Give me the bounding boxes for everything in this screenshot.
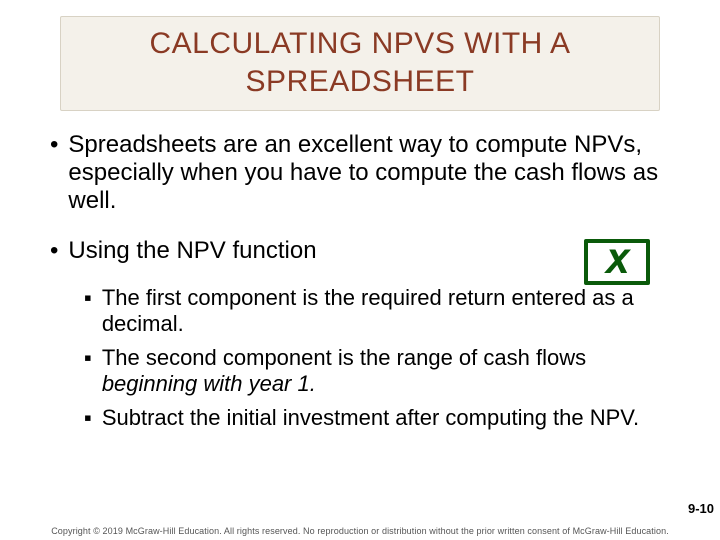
sub-list: ▪ The first component is the required re…: [50, 285, 670, 431]
page-number: 9-10: [688, 501, 714, 516]
slide: CALCULATING NPVS WITH A SPREADSHEET • Sp…: [0, 0, 720, 540]
copyright-text: Copyright © 2019 McGraw-Hill Education. …: [0, 526, 720, 536]
icon-container: [584, 237, 670, 285]
bullet-text: The second component is the range of cas…: [102, 345, 670, 397]
bullet-text: The first component is the required retu…: [102, 285, 670, 337]
list-item: ▪ The first component is the required re…: [84, 285, 670, 337]
list-item: • Using the NPV function: [50, 237, 566, 265]
list-item: ▪ The second component is the range of c…: [84, 345, 670, 397]
bullet-marker: •: [50, 131, 58, 215]
bullet-text: Spreadsheets are an excellent way to com…: [68, 131, 670, 215]
title-container: CALCULATING NPVS WITH A SPREADSHEET: [60, 16, 660, 111]
square-bullet-icon: ▪: [84, 405, 92, 431]
list-item-row: • Using the NPV function: [50, 237, 670, 285]
bullet-text: Using the NPV function: [68, 237, 316, 265]
square-bullet-icon: ▪: [84, 285, 92, 337]
slide-title: CALCULATING NPVS WITH A SPREADSHEET: [71, 25, 649, 100]
square-bullet-icon: ▪: [84, 345, 92, 397]
list-item: • Spreadsheets are an excellent way to c…: [50, 131, 670, 215]
text-span: The second component is the range of cas…: [102, 345, 586, 370]
list-item: ▪ Subtract the initial investment after …: [84, 405, 670, 431]
emphasis-text: beginning with year 1.: [102, 371, 316, 396]
bullet-marker: •: [50, 237, 58, 265]
excel-icon: [584, 239, 650, 285]
bullet-text: Subtract the initial investment after co…: [102, 405, 639, 431]
slide-body: • Spreadsheets are an excellent way to c…: [30, 111, 690, 431]
